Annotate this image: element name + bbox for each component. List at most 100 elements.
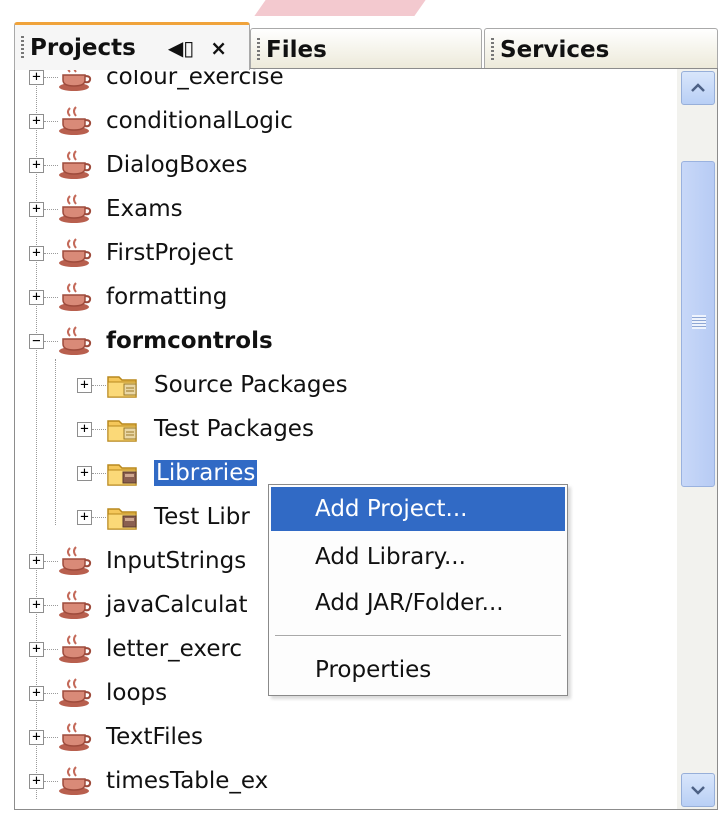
tree-item-label: timesTable_ex: [106, 768, 269, 794]
java-cup-icon: [58, 326, 92, 356]
tree-item-project[interactable]: + timesTable_ex: [29, 761, 268, 801]
expand-toggle-icon[interactable]: +: [29, 773, 44, 789]
close-icon[interactable]: ×: [210, 36, 227, 60]
tree-item-project[interactable]: + DialogBoxes: [29, 145, 247, 185]
tree-connector: [44, 252, 58, 254]
expand-toggle-icon[interactable]: +: [29, 597, 44, 613]
vertical-scrollbar[interactable]: [677, 69, 717, 809]
expand-toggle-icon[interactable]: +: [29, 201, 44, 217]
expand-toggle-icon[interactable]: +: [77, 421, 92, 437]
tab-bar: Projects ◀▯ × Files Services: [14, 22, 718, 70]
tree-connector: [44, 296, 58, 298]
tree-guide-line: [55, 359, 56, 525]
tree-item-label: loops: [106, 680, 168, 706]
java-cup-icon: [58, 634, 92, 664]
tab-grip: [21, 35, 24, 60]
tab-projects[interactable]: Projects ◀▯ ×: [14, 22, 250, 70]
tree-item-node[interactable]: + Test Packages: [77, 409, 314, 449]
java-cup-icon: [58, 678, 92, 708]
minimize-window-icon[interactable]: ◀▯: [168, 36, 194, 60]
java-cup-icon: [58, 722, 92, 752]
tree-connector: [92, 384, 106, 386]
expand-toggle-icon[interactable]: +: [77, 377, 92, 393]
tree-item-label: colour_exercise: [106, 68, 284, 90]
tree-item-project[interactable]: + Exams: [29, 189, 183, 229]
package-folder-icon: [106, 370, 140, 400]
library-folder-icon: [106, 458, 140, 488]
expand-toggle-icon[interactable]: +: [29, 245, 44, 261]
tree-connector: [92, 472, 106, 474]
tree-connector: [44, 164, 58, 166]
expand-toggle-icon[interactable]: +: [77, 465, 92, 481]
menu-item-add-library[interactable]: Add Library...: [271, 535, 565, 579]
tree-item-label: Test Packages: [154, 416, 314, 442]
tree-connector: [44, 560, 58, 562]
projects-panel: + colour_exercise + conditionalLogic + Dialog…: [14, 68, 718, 810]
tree-connector: [44, 120, 58, 122]
tree-item-project[interactable]: + loops: [29, 673, 167, 713]
tree-connector: [44, 604, 58, 606]
tree-item-node[interactable]: + Source Packages: [77, 365, 348, 405]
collapse-toggle-icon[interactable]: −: [29, 333, 44, 349]
library-folder-icon: [106, 502, 140, 532]
scrollbar-thumb[interactable]: [681, 161, 715, 487]
project-tree: + colour_exercise + conditionalLogic + Dialog…: [15, 69, 677, 809]
tree-item-label: Test Libr: [154, 504, 250, 530]
tab-projects-label: Projects: [30, 34, 136, 61]
tree-item-project[interactable]: + FirstProject: [29, 233, 233, 273]
tree-item-label: javaCalculat: [106, 592, 248, 618]
tab-grip: [257, 37, 260, 62]
menu-item-properties[interactable]: Properties: [271, 648, 565, 692]
tab-grip: [491, 37, 494, 62]
expand-toggle-icon[interactable]: +: [29, 113, 44, 129]
tree-item-label: formatting: [106, 284, 228, 310]
tab-services[interactable]: Services: [484, 28, 718, 70]
tree-connector: [44, 208, 58, 210]
java-cup-icon: [58, 106, 92, 136]
expand-toggle-icon[interactable]: +: [77, 509, 92, 525]
tree-item-label: InputStrings: [106, 548, 247, 574]
java-cup-icon: [58, 69, 92, 92]
tree-connector: [44, 736, 58, 738]
expand-toggle-icon[interactable]: +: [29, 553, 44, 569]
java-cup-icon: [58, 238, 92, 268]
tree-item-label: TextFiles: [106, 724, 203, 750]
tree-item-project[interactable]: + InputStrings: [29, 541, 246, 581]
java-cup-icon: [58, 150, 92, 180]
tree-item-project[interactable]: + conditionalLogic: [29, 101, 293, 141]
tree-item-project[interactable]: + colour_exercise: [29, 68, 284, 97]
tree-item-project[interactable]: − formcontrols: [29, 321, 273, 361]
expand-toggle-icon[interactable]: +: [29, 729, 44, 745]
menu-item-add-jar-folder[interactable]: Add JAR/Folder...: [271, 581, 565, 625]
scroll-up-button[interactable]: [681, 71, 715, 105]
background-decoration: [254, 0, 426, 16]
tree-connector: [44, 76, 58, 78]
expand-toggle-icon[interactable]: +: [29, 69, 44, 85]
tree-item-node[interactable]: + Test Libr: [77, 497, 250, 537]
tree-item-project[interactable]: + TextFiles: [29, 717, 203, 757]
java-cup-icon: [58, 590, 92, 620]
tree-item-project[interactable]: + formatting: [29, 277, 227, 317]
tree-item-label: conditionalLogic: [106, 108, 293, 134]
expand-toggle-icon[interactable]: +: [29, 157, 44, 173]
scroll-down-button[interactable]: [681, 773, 715, 807]
tree-item-label: FirstProject: [106, 240, 234, 266]
java-cup-icon: [58, 282, 92, 312]
tab-files[interactable]: Files: [250, 28, 482, 70]
java-cup-icon: [58, 194, 92, 224]
tree-item-label: DialogBoxes: [106, 152, 248, 178]
tree-connector: [44, 648, 58, 650]
tree-connector: [92, 428, 106, 430]
tree-item-project[interactable]: + javaCalculat: [29, 585, 247, 625]
expand-toggle-icon[interactable]: +: [29, 289, 44, 305]
menu-item-add-project[interactable]: Add Project...: [271, 487, 565, 531]
tree-item-node[interactable]: + Libraries: [77, 453, 258, 493]
tree-item-label: letter_exerc: [106, 636, 243, 662]
tree-connector: [44, 340, 58, 342]
tab-files-label: Files: [266, 36, 327, 63]
java-cup-icon: [58, 766, 92, 796]
tree-item-project[interactable]: + letter_exerc: [29, 629, 242, 669]
expand-toggle-icon[interactable]: +: [29, 641, 44, 657]
expand-toggle-icon[interactable]: +: [29, 685, 44, 701]
tree-item-label: Exams: [106, 196, 183, 222]
